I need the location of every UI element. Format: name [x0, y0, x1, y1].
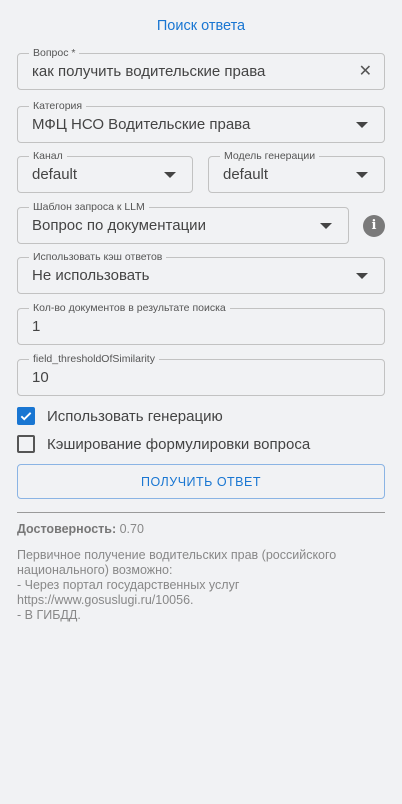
channel-value: default — [32, 166, 78, 183]
chevron-down-icon[interactable] — [320, 223, 332, 229]
use-generation-row[interactable]: Использовать генерацию — [17, 406, 223, 426]
cache-wording-checkbox[interactable] — [17, 435, 35, 453]
cache-wording-label: Кэширование формулировки вопроса — [47, 435, 311, 453]
template-label: Шаблон запроса к LLM — [29, 200, 149, 214]
template-select[interactable]: Шаблон запроса к LLM Вопрос по документа… — [17, 200, 349, 244]
threshold-field[interactable]: field_thresholdOfSimilarity 10 — [17, 352, 385, 396]
threshold-label: field_thresholdOfSimilarity — [29, 352, 159, 366]
question-label: Вопрос * — [29, 46, 80, 60]
cache-select[interactable]: Использовать кэш ответов Не использовать — [17, 250, 385, 294]
get-answer-button[interactable]: ПОЛУЧИТЬ ОТВЕТ — [17, 464, 385, 499]
answer-text: Первичное получение водительских прав (р… — [17, 548, 337, 622]
use-generation-label: Использовать генерацию — [47, 407, 223, 425]
threshold-input[interactable]: 10 — [32, 369, 49, 386]
page-title: Поиск ответа — [156, 18, 246, 34]
doc-count-label: Кол-во документов в результате поиска — [29, 301, 230, 315]
check-icon — [20, 412, 32, 421]
channel-select[interactable]: Канал default — [17, 149, 193, 193]
info-icon[interactable]: i — [363, 215, 385, 237]
use-generation-checkbox[interactable] — [17, 407, 35, 425]
channel-label: Канал — [29, 149, 67, 163]
question-input[interactable]: как получить водительские права — [32, 63, 265, 80]
reliability-label: Достоверность: — [17, 522, 117, 536]
divider — [17, 512, 385, 513]
question-field[interactable]: Вопрос * как получить водительские права… — [17, 46, 385, 90]
template-value: Вопрос по документации — [32, 217, 206, 234]
category-value: МФЦ НСО Водительские права — [32, 116, 251, 133]
chevron-down-icon[interactable] — [356, 273, 368, 279]
category-label: Категория — [29, 99, 87, 113]
chevron-down-icon[interactable] — [356, 122, 368, 128]
close-icon[interactable]: ✕ — [359, 63, 372, 81]
reliability-value: 0.70 — [119, 522, 144, 536]
model-select[interactable]: Модель генерации default — [208, 149, 385, 193]
cache-wording-row[interactable]: Кэширование формулировки вопроса — [17, 434, 310, 454]
chevron-down-icon[interactable] — [164, 172, 176, 178]
cache-value: Не использовать — [32, 267, 150, 284]
model-label: Модель генерации — [220, 149, 320, 163]
cache-label: Использовать кэш ответов — [29, 250, 167, 264]
category-select[interactable]: Категория МФЦ НСО Водительские права — [17, 99, 385, 143]
doc-count-field[interactable]: Кол-во документов в результате поиска 1 — [17, 301, 385, 345]
doc-count-input[interactable]: 1 — [32, 318, 40, 335]
chevron-down-icon[interactable] — [356, 172, 368, 178]
model-value: default — [223, 166, 269, 183]
reliability: Достоверность: 0.70 — [17, 522, 144, 536]
